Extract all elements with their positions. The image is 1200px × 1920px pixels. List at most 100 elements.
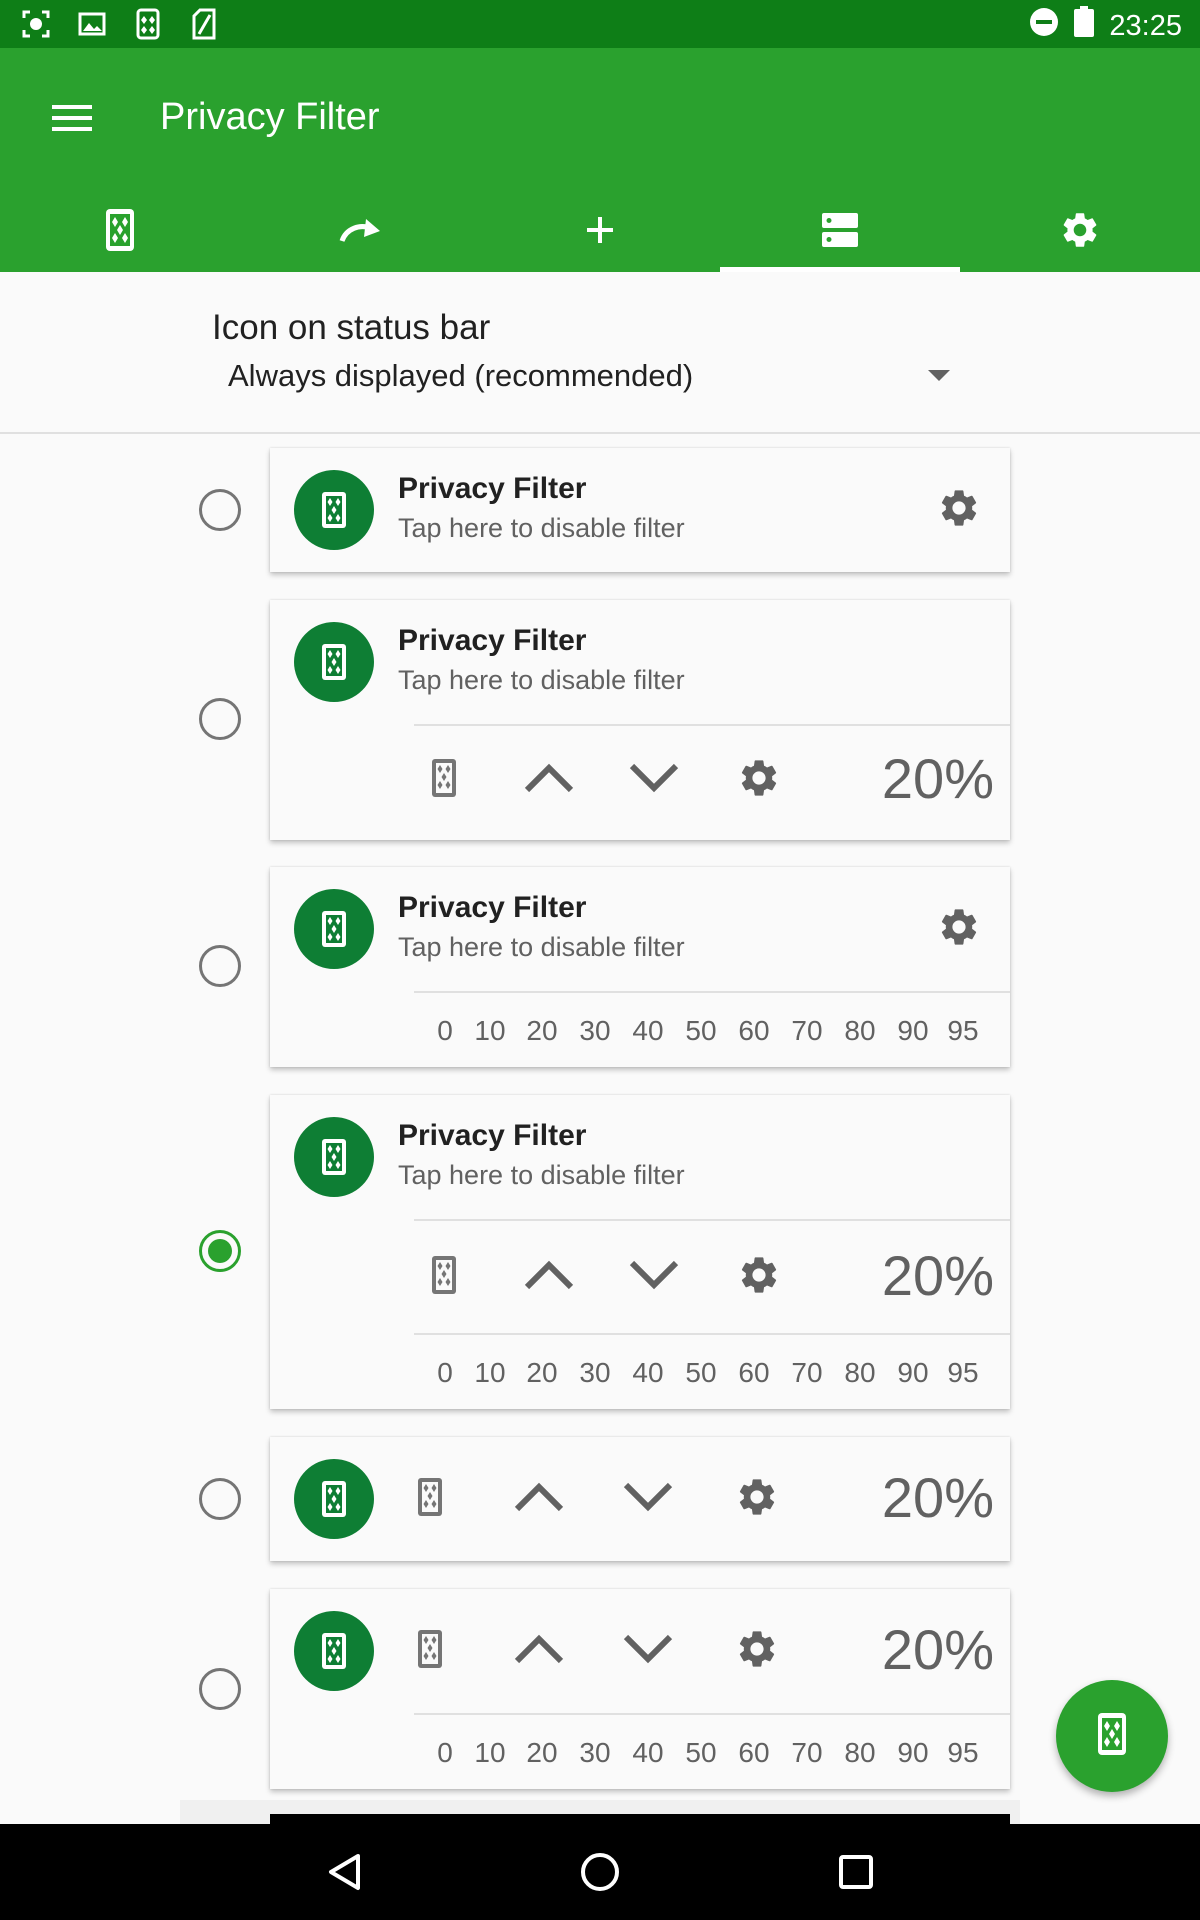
scale-option[interactable]: 70 bbox=[780, 1015, 834, 1047]
image-icon bbox=[76, 8, 108, 40]
style-radio-button[interactable] bbox=[199, 489, 241, 531]
scale-option[interactable]: 10 bbox=[464, 1357, 516, 1389]
scale-option[interactable]: 10 bbox=[464, 1737, 516, 1769]
scale-option[interactable]: 80 bbox=[834, 1737, 886, 1769]
percent-label: 20% bbox=[881, 1244, 994, 1307]
scale-option[interactable]: 0 bbox=[426, 1015, 464, 1047]
decrease-button[interactable] bbox=[618, 1469, 678, 1529]
scale-option[interactable]: 80 bbox=[834, 1015, 886, 1047]
toggle-button[interactable] bbox=[414, 1247, 474, 1307]
privacy-filter-icon bbox=[132, 8, 164, 40]
tab-settings[interactable] bbox=[960, 192, 1200, 272]
notification-title: Privacy Filter bbox=[398, 624, 587, 657]
hamburger-menu-icon[interactable] bbox=[44, 90, 100, 146]
app-icon bbox=[294, 889, 374, 969]
scale-option[interactable]: 20 bbox=[516, 1737, 568, 1769]
dropdown-caret-icon[interactable] bbox=[928, 370, 950, 381]
page-title: Privacy Filter bbox=[160, 96, 380, 138]
style-radio-button[interactable] bbox=[199, 945, 241, 987]
scale-option[interactable]: 70 bbox=[780, 1357, 834, 1389]
scale-option[interactable]: 95 bbox=[940, 1357, 986, 1389]
back-icon[interactable] bbox=[314, 1842, 374, 1902]
style-radio-button[interactable] bbox=[199, 1478, 241, 1520]
scale-option[interactable]: 50 bbox=[674, 1737, 728, 1769]
scale-option[interactable]: 90 bbox=[886, 1015, 940, 1047]
decrease-button[interactable] bbox=[624, 750, 684, 810]
home-icon[interactable] bbox=[570, 1842, 630, 1902]
scale-option[interactable]: 95 bbox=[940, 1737, 986, 1769]
notification-style-card[interactable]: Privacy Filter Tap here to disable filter… bbox=[270, 867, 1010, 1067]
app-icon bbox=[294, 1459, 374, 1539]
scale-option[interactable]: 0 bbox=[426, 1737, 464, 1769]
settings-button[interactable] bbox=[729, 750, 789, 810]
style-radio-button[interactable] bbox=[199, 1668, 241, 1710]
scale-option[interactable]: 90 bbox=[886, 1357, 940, 1389]
scale-option[interactable]: 30 bbox=[568, 1357, 622, 1389]
scale-option[interactable]: 40 bbox=[622, 1357, 674, 1389]
notification-subtitle: Tap here to disable filter bbox=[398, 1160, 685, 1190]
scale-option[interactable]: 70 bbox=[780, 1737, 834, 1769]
scale-option[interactable]: 95 bbox=[940, 1015, 986, 1047]
status-icon-setting[interactable]: Icon on status bar Always displayed (rec… bbox=[0, 272, 1200, 434]
settings-gear-button[interactable] bbox=[934, 485, 984, 535]
redo-arrow-icon bbox=[338, 215, 382, 250]
settings-button[interactable] bbox=[727, 1621, 787, 1681]
tab-shortcut[interactable] bbox=[240, 192, 480, 272]
scale-option[interactable]: 40 bbox=[622, 1737, 674, 1769]
phone-pattern-icon bbox=[105, 208, 135, 257]
scale-option[interactable]: 60 bbox=[728, 1357, 780, 1389]
notification-style-card[interactable]: Privacy Filter Tap here to disable filter… bbox=[270, 1095, 1010, 1409]
chevron-up-icon bbox=[523, 1259, 575, 1296]
increase-button[interactable] bbox=[519, 750, 579, 810]
scale-option[interactable]: 60 bbox=[728, 1737, 780, 1769]
setting-dropdown-value[interactable]: Always displayed (recommended) bbox=[228, 358, 693, 394]
tab-add[interactable] bbox=[480, 192, 720, 272]
settings-button[interactable] bbox=[727, 1469, 787, 1529]
scale-option[interactable]: 0 bbox=[426, 1357, 464, 1389]
chevron-down-icon bbox=[622, 1633, 674, 1670]
scale-option[interactable]: 50 bbox=[674, 1357, 728, 1389]
chevron-down-icon bbox=[628, 1259, 680, 1296]
notification-style-card[interactable]: 20% 0 10 20 30 40 50 60 70 80 90 95 bbox=[270, 1589, 1010, 1789]
clock: 23:25 bbox=[1109, 9, 1182, 42]
scale-option[interactable]: 20 bbox=[516, 1015, 568, 1047]
increase-button[interactable] bbox=[519, 1247, 579, 1307]
notification-style-card[interactable]: Privacy Filter Tap here to disable filter… bbox=[270, 600, 1010, 840]
style-radio-button[interactable] bbox=[199, 1230, 241, 1272]
chevron-up-icon bbox=[513, 1481, 565, 1518]
increase-button[interactable] bbox=[509, 1621, 569, 1681]
scale-option[interactable]: 90 bbox=[886, 1737, 940, 1769]
toggle-button[interactable] bbox=[400, 1621, 460, 1681]
scale-option[interactable]: 60 bbox=[728, 1015, 780, 1047]
notification-style-card[interactable]: Privacy Filter Tap here to disable filter bbox=[270, 448, 1010, 572]
tab-filter[interactable] bbox=[0, 192, 240, 272]
gear-icon bbox=[737, 756, 781, 805]
sd-card-icon bbox=[188, 8, 220, 40]
notification-style-card[interactable]: 20% bbox=[270, 1437, 1010, 1561]
divider bbox=[414, 1219, 1010, 1221]
scale-option[interactable]: 40 bbox=[622, 1015, 674, 1047]
toggle-button[interactable] bbox=[400, 1469, 460, 1529]
scale-option[interactable]: 30 bbox=[568, 1737, 622, 1769]
battery-icon bbox=[1073, 6, 1095, 46]
recents-icon[interactable] bbox=[826, 1842, 886, 1902]
tab-notification-layout[interactable] bbox=[720, 192, 960, 272]
phone-pattern-icon bbox=[430, 757, 458, 804]
scale-option[interactable]: 20 bbox=[516, 1357, 568, 1389]
settings-button[interactable] bbox=[729, 1247, 789, 1307]
toggle-filter-fab[interactable] bbox=[1056, 1680, 1168, 1792]
settings-gear-button[interactable] bbox=[934, 904, 984, 954]
notification-subtitle: Tap here to disable filter bbox=[398, 513, 685, 543]
divider bbox=[414, 1713, 1010, 1715]
toggle-button[interactable] bbox=[414, 750, 474, 810]
decrease-button[interactable] bbox=[624, 1247, 684, 1307]
scale-option[interactable]: 10 bbox=[464, 1015, 516, 1047]
app-icon bbox=[294, 622, 374, 702]
decrease-button[interactable] bbox=[618, 1621, 678, 1681]
increase-button[interactable] bbox=[509, 1469, 569, 1529]
phone-pattern-icon bbox=[430, 1254, 458, 1301]
scale-option[interactable]: 30 bbox=[568, 1015, 622, 1047]
style-radio-button[interactable] bbox=[199, 698, 241, 740]
scale-option[interactable]: 50 bbox=[674, 1015, 728, 1047]
scale-option[interactable]: 80 bbox=[834, 1357, 886, 1389]
